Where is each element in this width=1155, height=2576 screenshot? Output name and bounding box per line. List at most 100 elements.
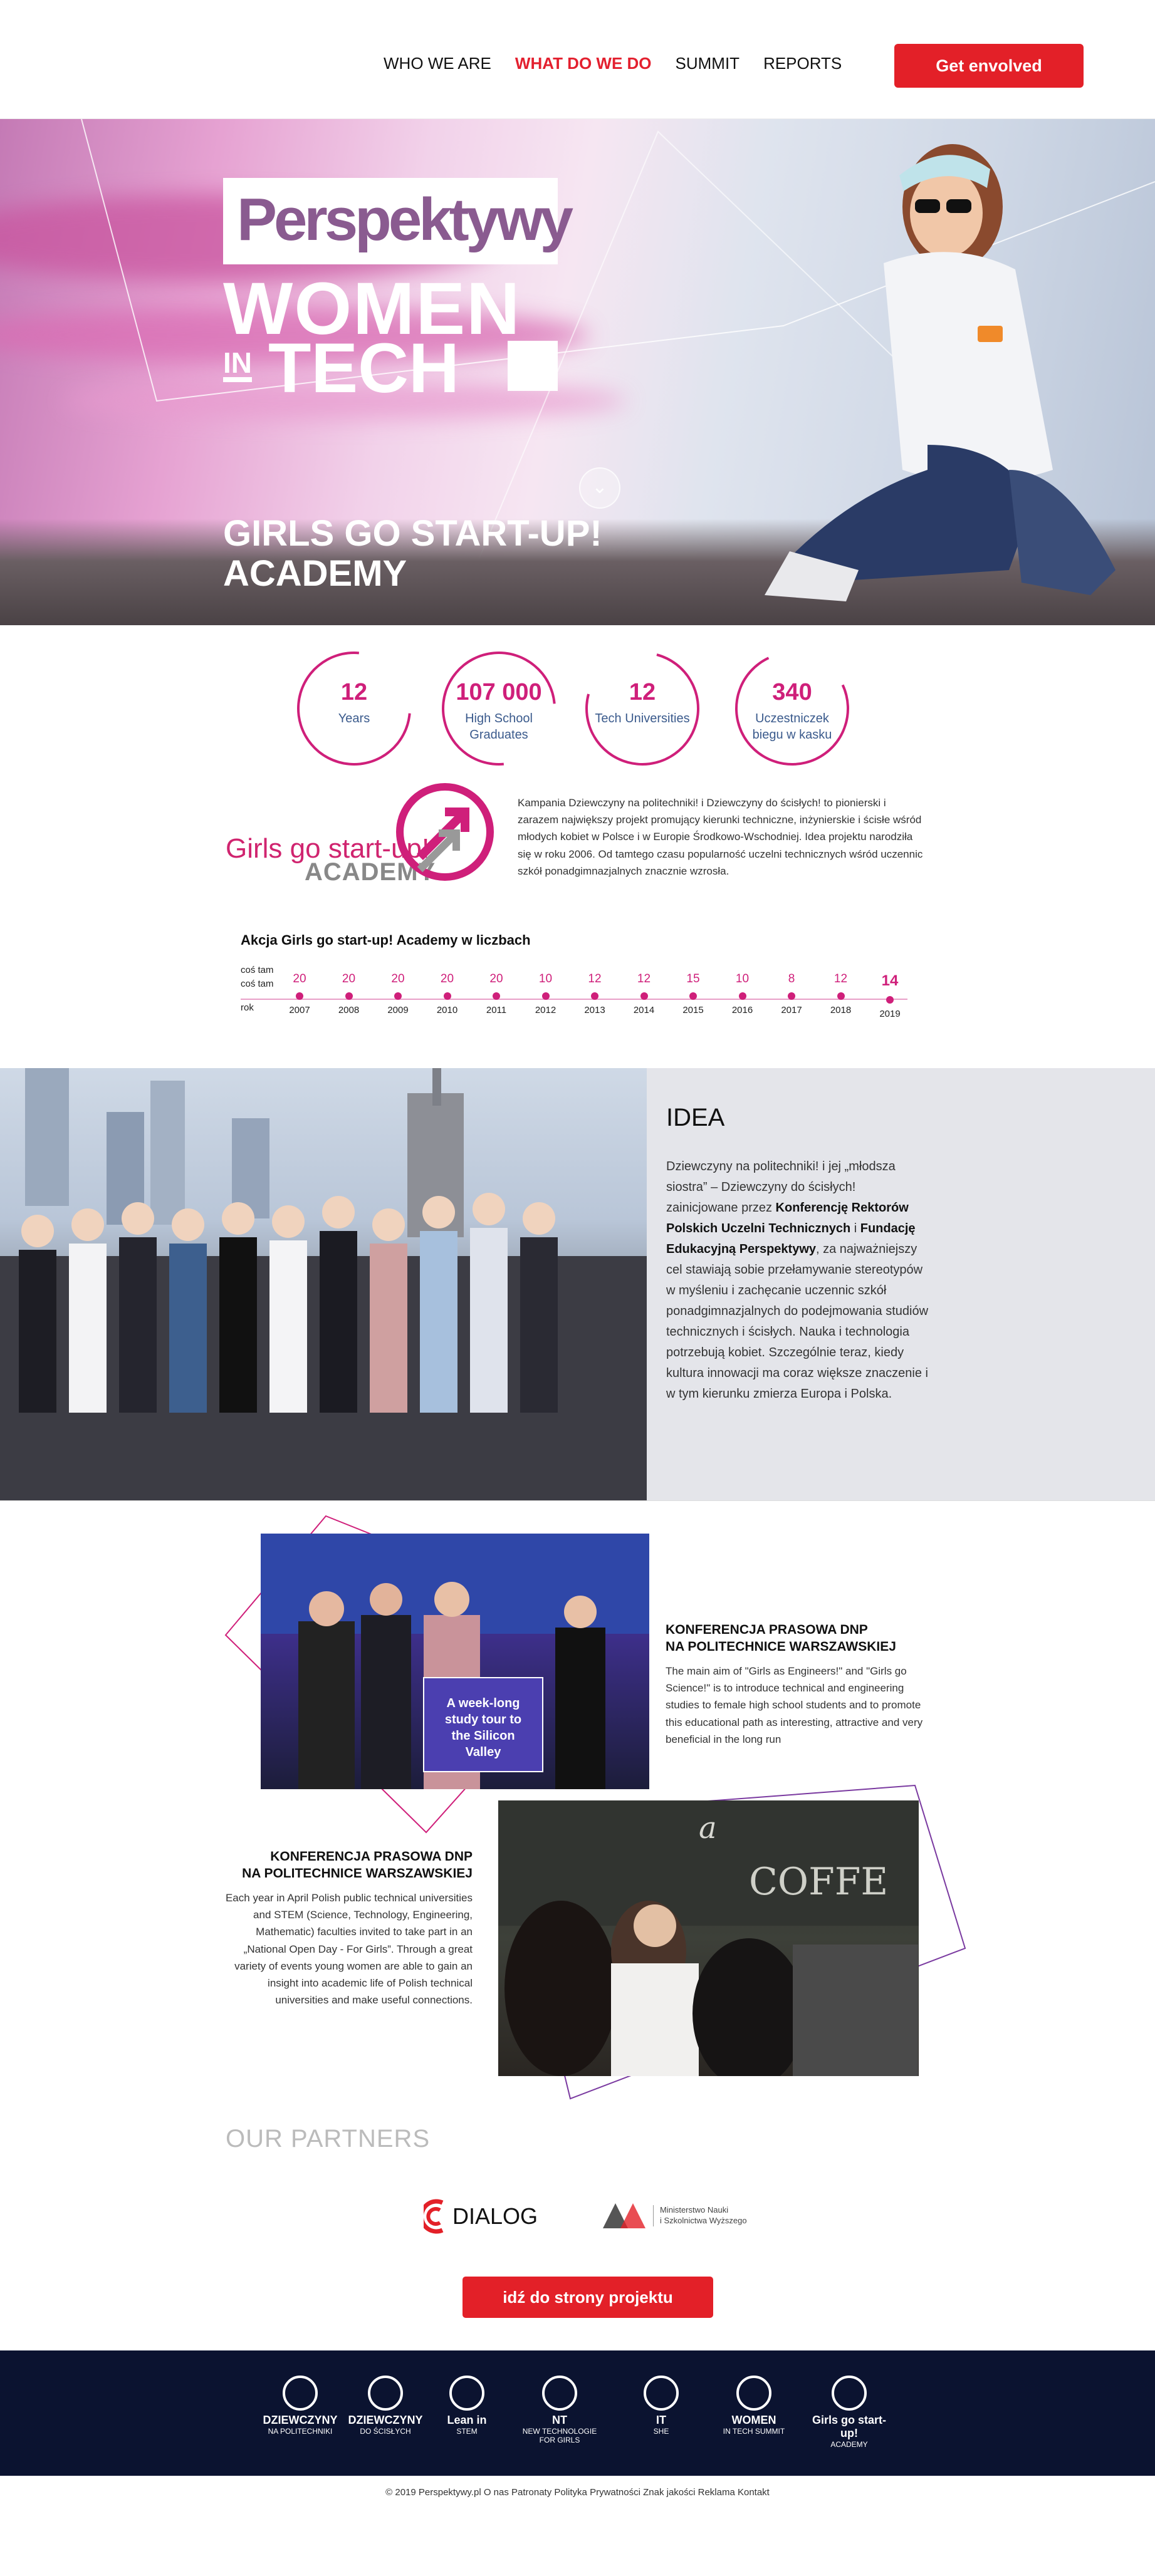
footer-project-logo[interactable]: Girls go start-up! ACADEMY — [808, 2374, 890, 2449]
timeline-year: 2016 — [731, 1005, 753, 1015]
footer-logo-title: IT — [656, 2414, 666, 2426]
timeline-dot — [738, 992, 746, 1000]
ministry-line2: i Szkolnictwa Wyższego — [660, 2216, 747, 2225]
timeline-title: Akcja Girls go start-up! Academy w liczb… — [241, 932, 531, 948]
group-photo-illustration — [0, 1068, 647, 1500]
timeline-year: 2009 — [387, 1005, 409, 1015]
timeline-point: 14 2019 — [871, 972, 909, 1019]
press-1-title-line1: KONFERENCJA PRASOWA DNP — [666, 1623, 868, 1637]
press-photo-2-illustration: a COFFE — [498, 1800, 919, 2076]
nav-what-do-we-do[interactable]: WHAT DO WE DO — [515, 54, 652, 73]
timeline-dot — [493, 992, 500, 1000]
timeline-value: 20 — [489, 972, 503, 985]
timeline-dot — [591, 992, 598, 1000]
timeline-dot — [394, 992, 402, 1000]
footer-logo-title: NT — [552, 2414, 567, 2426]
press-photo-2: a COFFE — [498, 1800, 919, 2076]
footer-project-logo[interactable]: DZIEWCZYNY NA POLITECHNIKI — [259, 2374, 341, 2443]
press-2-title-line1: KONFERENCJA PRASOWA DNP — [270, 1849, 473, 1864]
logo-brand-text: Perspektywy — [237, 186, 573, 253]
footer-logo-sub: SHE — [653, 2427, 669, 2436]
footer-project-logo[interactable]: NT NEW TECHNOLOGIE FOR GIRLS — [519, 2374, 600, 2444]
ministry-line1: Ministerstwo Nauki — [660, 2205, 729, 2215]
timeline-point: 20 2008 — [330, 972, 368, 1015]
footer-project-logo[interactable]: Lean in STEM — [426, 2374, 508, 2443]
timeline-year: 2007 — [289, 1005, 310, 1015]
footer-logo-sub: IN TECH SUMMIT — [723, 2427, 785, 2436]
dialog-icon — [424, 2199, 444, 2234]
timeline-value: 20 — [342, 972, 356, 985]
academy-description: Kampania Dziewczyny na politechniki! i D… — [518, 797, 923, 877]
stat-universities: 12 Tech Universities — [564, 630, 721, 787]
timeline-year: 2017 — [781, 1005, 802, 1015]
timeline-row-label: coś tam — [241, 965, 274, 975]
press-sign-text: A week-long study tour to the Silicon Va… — [444, 1696, 522, 1759]
stat-label: Years — [338, 712, 370, 725]
timeline-dot — [541, 992, 550, 1000]
timeline-point: 8 2017 — [773, 972, 810, 1015]
stat-label: High School Graduates — [465, 712, 533, 742]
timeline-value: 20 — [391, 972, 405, 985]
footer-logo-title: Lean in — [447, 2414, 487, 2426]
get-involved-button[interactable]: Get envolved — [894, 44, 1084, 88]
footer-logo-sub: ACADEMY — [830, 2440, 868, 2449]
nav-summit[interactable]: SUMMIT — [676, 54, 740, 73]
ministry-icon — [603, 2203, 645, 2228]
timeline-year: 2011 — [486, 1005, 507, 1015]
timeline-point: 20 2011 — [478, 972, 515, 1015]
footer-logo-title: DZIEWCZYNY — [263, 2414, 338, 2426]
timeline-year: 2015 — [682, 1005, 704, 1015]
timeline-year: 2010 — [436, 1005, 458, 1015]
footer-logo-icon — [644, 2376, 679, 2411]
timeline-dot — [886, 996, 894, 1004]
nav-who-we-are[interactable]: WHO WE ARE — [384, 54, 491, 73]
timeline-year: 2019 — [879, 1009, 901, 1019]
dialog-text: DIALOG — [452, 2203, 538, 2229]
footer-logo-icon — [832, 2376, 867, 2411]
timeline-value: 8 — [788, 972, 795, 985]
timeline-value: 20 — [440, 972, 454, 985]
partners-title: OUR PARTNERS — [226, 2125, 431, 2153]
stat-label: Tech Universities — [595, 712, 690, 725]
timeline-value: 12 — [588, 972, 602, 985]
footer-logo-sub: NEW TECHNOLOGIE FOR GIRLS — [522, 2427, 597, 2444]
timeline-dot — [689, 992, 697, 1000]
footer-project-logo[interactable]: WOMEN IN TECH SUMMIT — [713, 2374, 795, 2443]
logo-square — [508, 341, 558, 391]
stat-ring — [564, 630, 721, 787]
timeline-year: 2014 — [633, 1005, 655, 1015]
footer-logo-icon — [449, 2376, 484, 2411]
copyright-bar: © 2019 Perspektywy.pl O nas Patronaty Po… — [385, 2487, 770, 2498]
footer-project-logo[interactable]: DZIEWCZYNY DO ŚCISŁYCH — [345, 2374, 426, 2443]
footer-logo-icon — [283, 2376, 318, 2411]
timeline-point: 20 2009 — [379, 972, 417, 1015]
timeline-dot — [296, 992, 303, 1000]
partner-dialog-logo[interactable]: DIALOG — [424, 2198, 538, 2235]
stat-runners: 340 Uczestniczek biegu w kasku — [719, 635, 865, 782]
site-header: WHO WE ARE WHAT DO WE DO SUMMIT REPORTS … — [0, 0, 1155, 119]
stat-number: 12 — [340, 679, 368, 705]
svg-text:a: a — [699, 1810, 717, 1846]
press-1-title-line2: NA POLITECHNICE WARSZAWSKIEJ — [666, 1639, 896, 1654]
footer-logo-title: WOMEN — [731, 2414, 776, 2426]
timeline-point: 15 2015 — [674, 972, 712, 1015]
nav-reports[interactable]: REPORTS — [763, 54, 842, 73]
press-2-title-line2: NA POLITECHNICE WARSZAWSKIEJ — [242, 1866, 473, 1881]
timeline-row-label-year: rok — [241, 1002, 254, 1013]
scroll-down-icon[interactable]: ⌄ — [579, 467, 620, 509]
partner-ministry-logo[interactable]: Ministerstwo Nauki i Szkolnictwa Wyższeg… — [603, 2200, 747, 2231]
timeline-value: 12 — [834, 972, 848, 985]
press-2-title: KONFERENCJA PRASOWA DNP NA POLITECHNICE … — [222, 1848, 473, 1883]
timeline-point: 12 2018 — [822, 972, 860, 1015]
hero-title-line2: ACADEMY — [223, 553, 407, 594]
stat-label: Uczestniczek biegu w kasku — [752, 712, 832, 742]
footer-logo-icon — [736, 2376, 771, 2411]
timeline-dot — [837, 992, 845, 1000]
timeline-dot — [345, 992, 353, 1000]
project-page-button[interactable]: idź do strony projektu — [463, 2277, 713, 2318]
idea-title: IDEA — [666, 1104, 725, 1131]
footer-logo-sub: STEM — [456, 2427, 478, 2436]
footer-project-logo[interactable]: IT SHE — [620, 2374, 702, 2443]
press-photo-1: A week-long study tour to the Silicon Va… — [261, 1534, 649, 1789]
women-in-tech-logo: Perspektywy WOMEN IN TECH — [223, 178, 573, 403]
